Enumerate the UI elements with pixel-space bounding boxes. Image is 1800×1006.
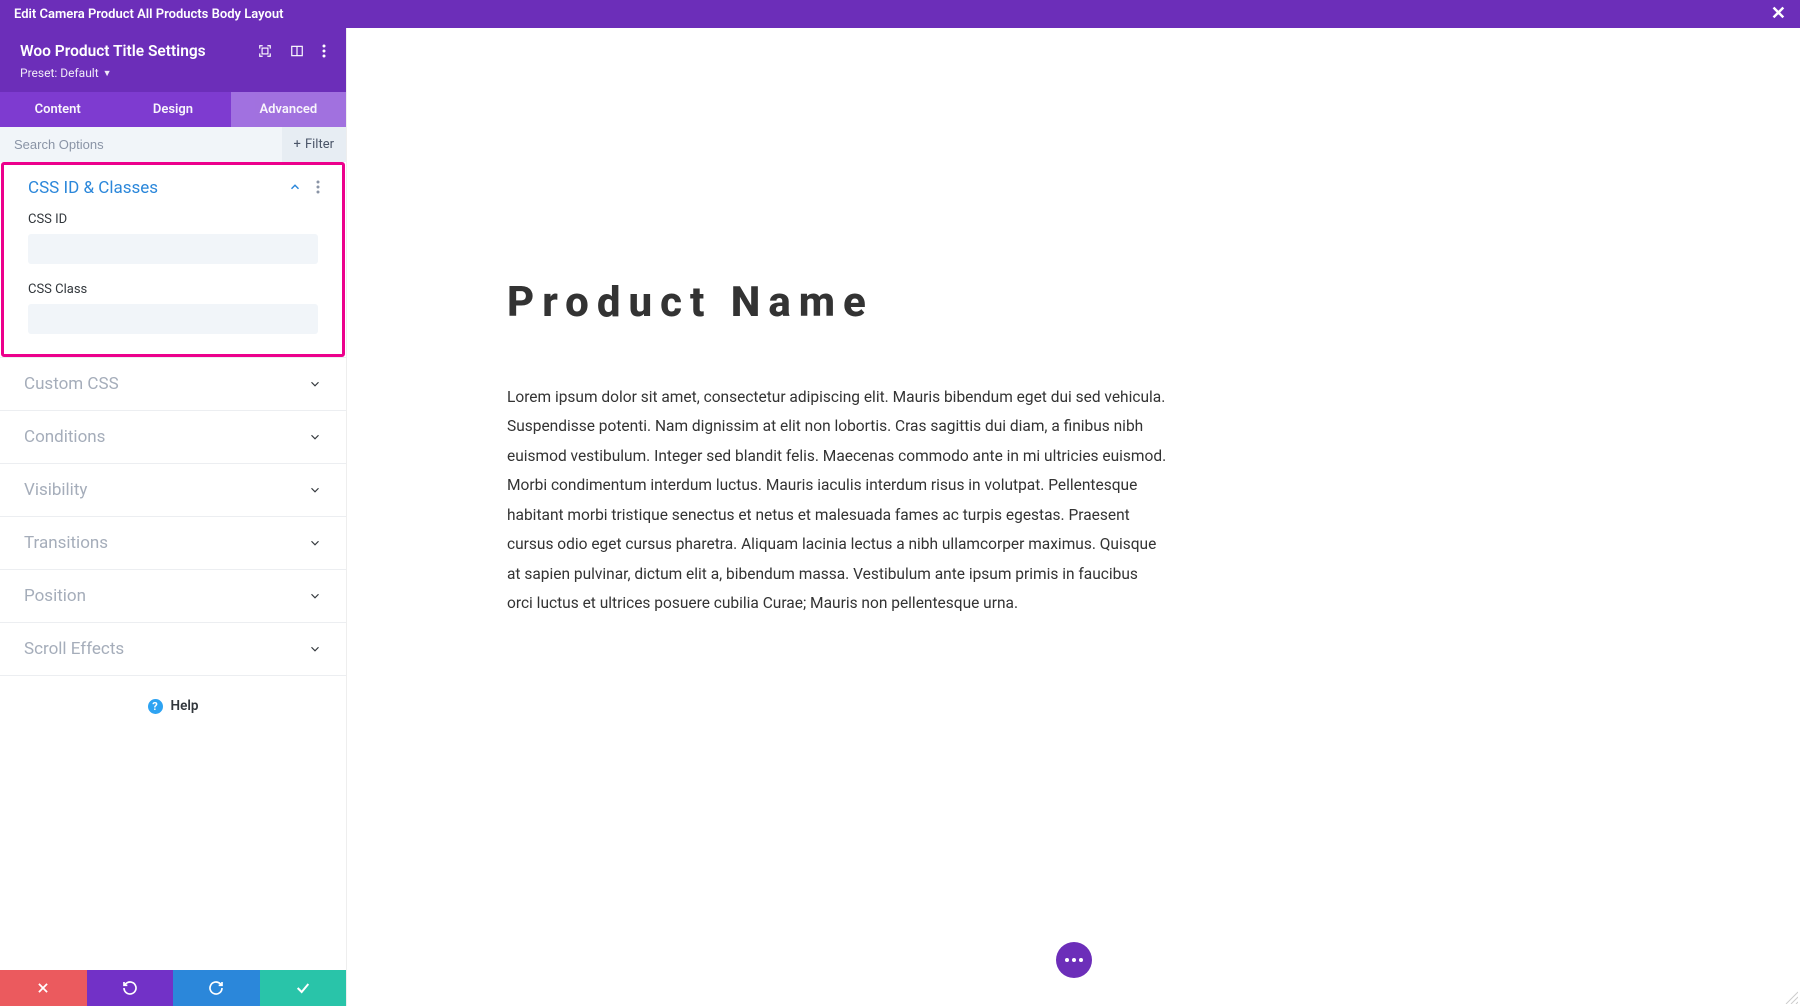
section-scroll-effects[interactable]: Scroll Effects <box>0 622 346 676</box>
chevron-down-icon <box>308 430 322 444</box>
main: Woo Product Title Settings Preset: Defau… <box>0 28 1800 1006</box>
fullscreen-icon[interactable] <box>258 44 272 58</box>
section-css-id-classes: CSS ID & Classes CSS ID CSS Class <box>1 162 345 357</box>
kebab-icon[interactable] <box>322 44 326 58</box>
sidebar-title: Woo Product Title Settings <box>20 42 206 60</box>
save-button[interactable] <box>260 970 347 1006</box>
sidebar: Woo Product Title Settings Preset: Defau… <box>0 28 347 1006</box>
chevron-down-icon <box>308 589 322 603</box>
discard-button[interactable] <box>0 970 87 1006</box>
caret-down-icon: ▼ <box>103 68 112 79</box>
filter-button[interactable]: + Filter <box>282 127 346 162</box>
tab-content[interactable]: Content <box>0 92 115 127</box>
preview-content: Product Name Lorem ipsum dolor sit amet,… <box>487 278 1187 619</box>
redo-button[interactable] <box>173 970 260 1006</box>
chevron-down-icon <box>308 483 322 497</box>
search-row: + Filter <box>0 127 346 162</box>
product-title[interactable]: Product Name <box>507 278 1167 327</box>
chevron-down-icon <box>308 536 322 550</box>
chevron-down-icon <box>308 377 322 391</box>
section-visibility[interactable]: Visibility <box>0 463 346 516</box>
section-custom-css[interactable]: Custom CSS <box>0 357 346 410</box>
columns-icon[interactable] <box>290 44 304 58</box>
section-transitions[interactable]: Transitions <box>0 516 346 569</box>
sidebar-actions <box>0 970 346 1006</box>
dots-icon <box>1065 958 1083 962</box>
topbar-title: Edit Camera Product All Products Body La… <box>14 7 283 22</box>
help-icon: ? <box>148 699 163 714</box>
filter-label: Filter <box>305 137 334 152</box>
css-id-input[interactable] <box>28 234 318 264</box>
sidebar-tabs: Content Design Advanced <box>0 92 346 127</box>
help-link[interactable]: ? Help <box>0 676 346 774</box>
plus-icon: + <box>294 137 301 152</box>
sidebar-header: Woo Product Title Settings Preset: Defau… <box>0 28 346 92</box>
section-title-css[interactable]: CSS ID & Classes <box>28 178 158 198</box>
preset-label: Preset: Default <box>20 66 99 80</box>
chevron-down-icon <box>308 642 322 656</box>
topbar: Edit Camera Product All Products Body La… <box>0 0 1800 28</box>
canvas: Product Name Lorem ipsum dolor sit amet,… <box>347 28 1800 1006</box>
resize-handle-icon[interactable] <box>1784 990 1798 1004</box>
css-id-label: CSS ID <box>28 212 318 227</box>
close-icon[interactable]: ✕ <box>1771 5 1786 23</box>
section-position[interactable]: Position <box>0 569 346 622</box>
kebab-icon[interactable] <box>316 179 320 198</box>
tab-design[interactable]: Design <box>115 92 230 127</box>
product-description: Lorem ipsum dolor sit amet, consectetur … <box>507 383 1167 619</box>
css-class-label: CSS Class <box>28 282 318 297</box>
css-class-input[interactable] <box>28 304 318 334</box>
chevron-up-icon[interactable] <box>288 179 302 198</box>
section-conditions[interactable]: Conditions <box>0 410 346 463</box>
help-label: Help <box>171 698 199 714</box>
preset-selector[interactable]: Preset: Default ▼ <box>20 66 326 80</box>
undo-button[interactable] <box>87 970 174 1006</box>
tab-advanced[interactable]: Advanced <box>231 92 346 127</box>
floating-menu-button[interactable] <box>1056 942 1092 978</box>
search-input[interactable] <box>0 127 282 162</box>
